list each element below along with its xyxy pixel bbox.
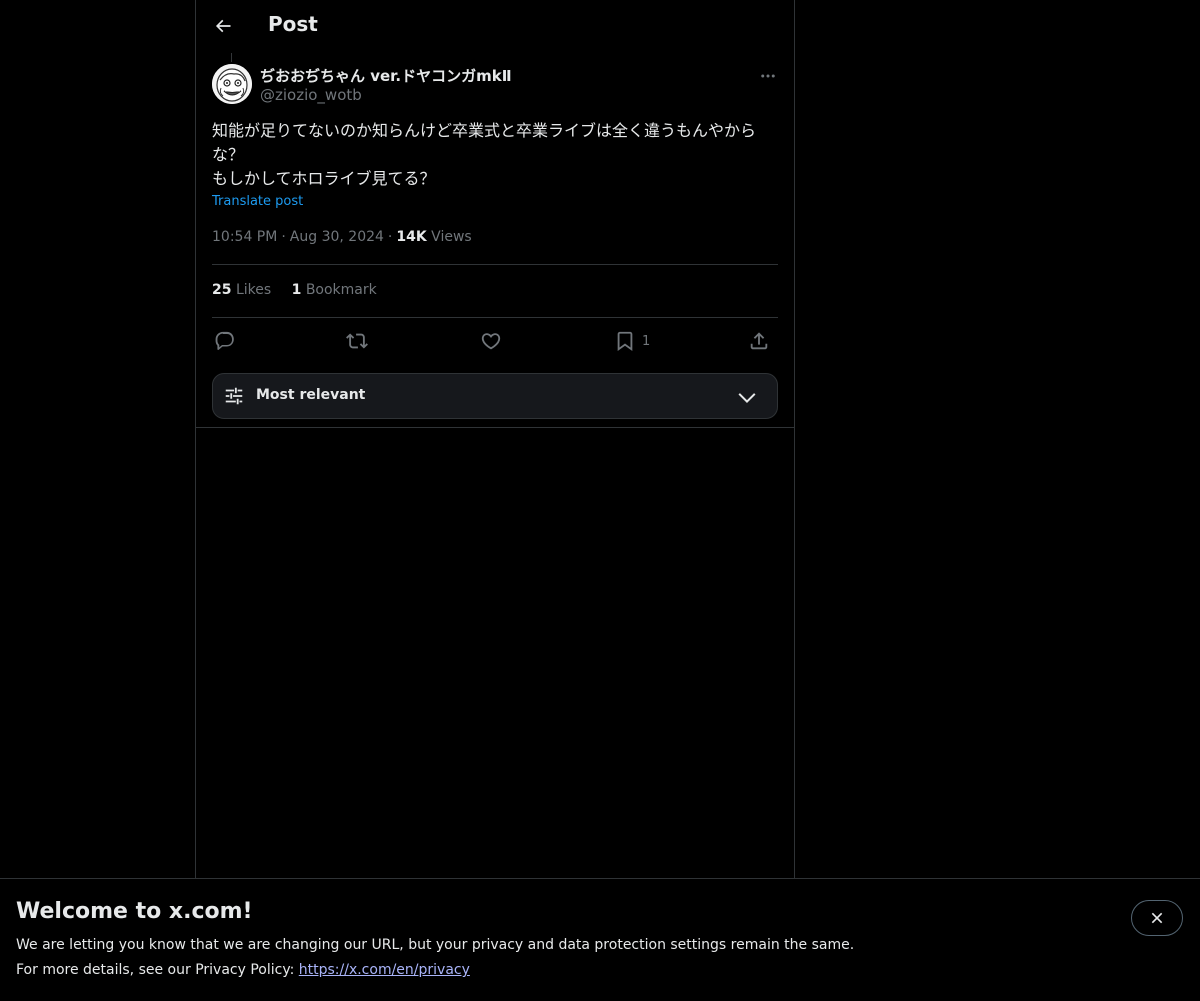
- post-text: 知能が足りてないのか知らんけど卒業式と卒業ライブは全く違うもんやからな？ もしか…: [212, 119, 778, 191]
- banner-privacy-prefix: For more details, see our Privacy Policy…: [16, 962, 299, 978]
- post-text-line: 知能が足りてないのか知らんけど卒業式と卒業ライブは全く違うもんやからな？: [212, 121, 757, 164]
- close-icon: [1151, 912, 1163, 924]
- post-time[interactable]: 10:54 PM: [212, 229, 277, 245]
- reply-button[interactable]: [214, 328, 236, 354]
- author-handle[interactable]: @ziozio_wotb: [260, 86, 362, 104]
- post-date[interactable]: Aug 30, 2024: [290, 229, 384, 245]
- likes-count: 25: [212, 282, 232, 298]
- views-label: Views: [431, 229, 472, 245]
- arrow-left-icon: [215, 19, 231, 33]
- share-button[interactable]: [748, 328, 770, 354]
- like-button[interactable]: [480, 328, 502, 354]
- bookmarks-count: 1: [291, 282, 302, 298]
- bookmark-icon: [617, 331, 633, 352]
- sort-label: Most relevant: [256, 387, 366, 403]
- banner-message: We are letting you know that we are chan…: [16, 937, 855, 953]
- more-options-button[interactable]: [756, 64, 780, 88]
- divider: [212, 264, 778, 265]
- likes-stat[interactable]: 25 Likes: [212, 282, 271, 298]
- divider: [196, 427, 794, 428]
- chevron-down-icon: [738, 393, 756, 404]
- banner-privacy-line: For more details, see our Privacy Policy…: [16, 962, 470, 978]
- post-actions: 1: [212, 328, 778, 354]
- post-metadata: 10:54 PM · Aug 30, 2024 · 14K Views: [212, 229, 472, 245]
- bookmark-count: 1: [642, 333, 651, 349]
- url-change-banner: Welcome to x.com! We are letting you kno…: [0, 878, 1200, 1001]
- bookmarks-label: Bookmark: [305, 282, 377, 298]
- share-icon: [750, 332, 768, 350]
- post-text-line: もしかしてホロライブ見てる？: [212, 169, 436, 188]
- bookmark-button[interactable]: 1: [614, 328, 650, 354]
- more-horizontal-icon: [761, 74, 775, 78]
- divider: [212, 317, 778, 318]
- views-count: 14K: [396, 229, 427, 245]
- banner-title: Welcome to x.com!: [16, 899, 253, 924]
- likes-label: Likes: [235, 282, 272, 298]
- engagement-stats: 25 Likes 1 Bookmark: [212, 282, 393, 298]
- repost-button[interactable]: [346, 328, 368, 354]
- close-banner-button[interactable]: [1131, 900, 1183, 936]
- primary-column: Post ぢおおぢちゃん ver.ドヤコンガmkⅡ @ziozio_wotb 知…: [195, 0, 795, 878]
- bookmarks-stat[interactable]: 1 Bookmark: [292, 282, 377, 298]
- author-name[interactable]: ぢおおぢちゃん ver.ドヤコンガmkⅡ: [260, 65, 512, 86]
- page-title: Post: [268, 12, 318, 36]
- heart-icon: [481, 333, 501, 350]
- translate-post-link[interactable]: Translate post: [212, 194, 303, 209]
- thread-connector-line: [231, 53, 232, 62]
- post-header: Post: [196, 0, 794, 53]
- replies-sort-dropdown[interactable]: Most relevant: [212, 373, 778, 419]
- privacy-policy-link[interactable]: https://x.com/en/privacy: [299, 962, 470, 978]
- reply-icon: [215, 331, 234, 350]
- sliders-icon: [225, 387, 243, 405]
- avatar[interactable]: [212, 64, 252, 104]
- repost-icon: [346, 333, 368, 349]
- avatar-image: [212, 64, 252, 104]
- back-button[interactable]: [208, 11, 238, 41]
